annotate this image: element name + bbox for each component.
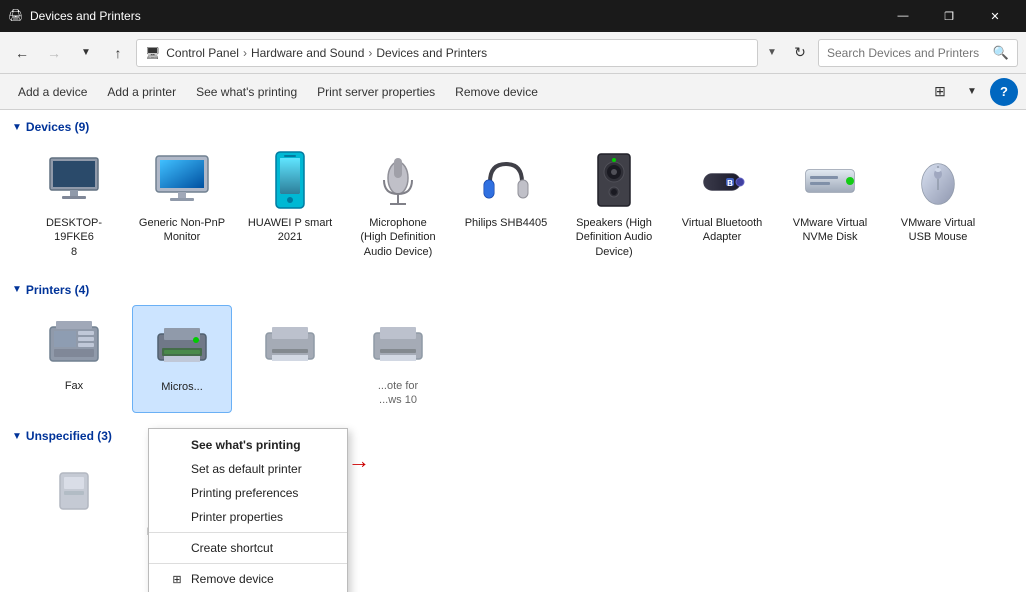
headphones-icon <box>474 148 538 212</box>
printer3-icon <box>366 311 430 375</box>
device-item-printer3[interactable]: ...ote for...ws 10 <box>348 305 448 414</box>
ctx-printing-prefs[interactable]: Printing preferences <box>149 481 347 505</box>
device-item-microphone[interactable]: Microphone(High DefinitionAudio Device) <box>348 142 448 265</box>
device-item-monitor[interactable]: Generic Non-PnPMonitor <box>132 142 232 265</box>
ctx-see-printing[interactable]: See what's printing <box>149 433 347 457</box>
device-item-mouse[interactable]: VMware VirtualUSB Mouse <box>888 142 988 265</box>
close-button[interactable]: ✕ <box>972 0 1018 32</box>
device-label-bluetooth: Virtual BluetoothAdapter <box>682 216 763 245</box>
window-title: Devices and Printers <box>30 9 880 23</box>
monitor-icon <box>150 148 214 212</box>
view-dropdown-button[interactable]: ▼ <box>958 78 986 106</box>
ctx-create-shortcut[interactable]: Create shortcut <box>149 536 347 560</box>
add-printer-button[interactable]: Add a printer <box>97 78 186 106</box>
device-item-headphones[interactable]: Philips SHB4405 <box>456 142 556 265</box>
up-button[interactable]: ↑ <box>104 39 132 67</box>
printer-selected-icon <box>150 312 214 376</box>
phone-icon <box>258 148 322 212</box>
section-header-devices[interactable]: ▼ Devices (9) <box>0 114 1026 138</box>
refresh-button[interactable]: ↻ <box>786 39 814 67</box>
device-item-printer2[interactable] <box>240 305 340 414</box>
view-options-button[interactable]: ⊞ <box>926 78 954 106</box>
breadcrumb-dropdown-button[interactable]: ▼ <box>762 39 782 67</box>
ctx-divider-2 <box>149 563 347 564</box>
print-server-properties-button[interactable]: Print server properties <box>307 78 445 106</box>
device-label-mouse: VMware VirtualUSB Mouse <box>901 216 975 245</box>
breadcrumb-icon: 🖥 <box>145 46 160 60</box>
unspecified1-icon <box>42 457 106 521</box>
main-content: ▼ Devices (9) DESKTOP-19FKE68 Gene <box>0 110 1026 592</box>
device-label-phone: HUAWEI P smart2021 <box>248 216 332 245</box>
search-bar: 🔍 <box>818 39 1018 67</box>
breadcrumb: 🖥 Control Panel › Hardware and Sound › D… <box>136 39 758 67</box>
ctx-printer-props[interactable]: Printer properties <box>149 505 347 529</box>
address-bar: ← → ▼ ↑ 🖥 Control Panel › Hardware and S… <box>0 32 1026 74</box>
window-controls: — ❐ ✕ <box>880 0 1018 32</box>
search-icon: 🔍 <box>993 45 1009 61</box>
context-menu: See what's printing Set as default print… <box>148 428 348 592</box>
ctx-remove-device[interactable]: ⊞ Remove device <box>149 567 347 591</box>
device-item-phone[interactable]: HUAWEI P smart2021 <box>240 142 340 265</box>
device-label-headphones: Philips SHB4405 <box>465 216 548 230</box>
device-item-ms-printer[interactable]: Micros... <box>132 305 232 414</box>
device-item-bluetooth[interactable]: B Virtual BluetoothAdapter <box>672 142 772 265</box>
section-header-printers[interactable]: ▼ Printers (4) <box>0 277 1026 301</box>
desktop-icon <box>42 148 106 212</box>
device-label-speakers: Speakers (HighDefinition AudioDevice) <box>576 216 652 259</box>
device-label-desktop: DESKTOP-19FKE68 <box>28 216 120 259</box>
add-device-button[interactable]: Add a device <box>8 78 97 106</box>
breadcrumb-item-control-panel[interactable]: Control Panel <box>166 46 239 60</box>
device-item-unspecified1[interactable] <box>24 451 124 545</box>
microphone-icon <box>366 148 430 212</box>
speakers-icon <box>582 148 646 212</box>
toolbar-right: ⊞ ▼ ? <box>926 78 1018 106</box>
breadcrumb-sep-1: › <box>243 46 247 60</box>
ctx-remove-icon: ⊞ <box>169 573 185 586</box>
fax-icon <box>42 311 106 375</box>
device-label-nvme: VMware VirtualNVMe Disk <box>793 216 867 245</box>
device-label-printer3: ...ote for...ws 10 <box>378 379 418 408</box>
device-label-monitor: Generic Non-PnPMonitor <box>139 216 225 245</box>
see-whats-printing-button[interactable]: See what's printing <box>186 78 307 106</box>
device-item-desktop[interactable]: DESKTOP-19FKE68 <box>24 142 124 265</box>
section-title-devices: Devices (9) <box>26 120 89 134</box>
chevron-icon-unspecified: ▼ <box>12 431 22 442</box>
minimize-button[interactable]: — <box>880 0 926 32</box>
nvme-icon <box>798 148 862 212</box>
forward-button[interactable]: → <box>40 39 68 67</box>
section-title-unspecified: Unspecified (3) <box>26 429 112 443</box>
titlebar: 🖨 Devices and Printers — ❐ ✕ <box>0 0 1026 32</box>
device-item-nvme[interactable]: VMware VirtualNVMe Disk <box>780 142 880 265</box>
printers-grid: Fax Micros... <box>0 301 1026 422</box>
maximize-button[interactable]: ❐ <box>926 0 972 32</box>
back-button[interactable]: ← <box>8 39 36 67</box>
context-menu-arrow: ← <box>348 448 370 474</box>
device-item-fax[interactable]: Fax <box>24 305 124 414</box>
toolbar: Add a device Add a printer See what's pr… <box>0 74 1026 110</box>
device-label-fax: Fax <box>65 379 83 393</box>
device-item-speakers[interactable]: Speakers (HighDefinition AudioDevice) <box>564 142 664 265</box>
ctx-set-default[interactable]: Set as default printer <box>149 457 347 481</box>
ctx-divider-1 <box>149 532 347 533</box>
help-button[interactable]: ? <box>990 78 1018 106</box>
chevron-icon-devices: ▼ <box>12 122 22 133</box>
breadcrumb-sep-2: › <box>368 46 372 60</box>
breadcrumb-item-hardware[interactable]: Hardware and Sound <box>251 46 364 60</box>
svg-text:B: B <box>727 179 733 188</box>
printer2-icon <box>258 311 322 375</box>
remove-device-button[interactable]: Remove device <box>445 78 548 106</box>
devices-grid: DESKTOP-19FKE68 Generic Non-PnPMonitor <box>0 138 1026 273</box>
recent-locations-button[interactable]: ▼ <box>72 39 100 67</box>
bluetooth-icon: B <box>690 148 754 212</box>
chevron-icon-printers: ▼ <box>12 284 22 295</box>
breadcrumb-item-devices[interactable]: Devices and Printers <box>376 46 487 60</box>
mouse-icon <box>906 148 970 212</box>
device-label-microphone: Microphone(High DefinitionAudio Device) <box>360 216 435 259</box>
app-icon: 🖨 <box>8 8 24 24</box>
search-input[interactable] <box>827 46 993 60</box>
section-title-printers: Printers (4) <box>26 283 89 297</box>
device-label-ms-printer: Micros... <box>161 380 203 394</box>
